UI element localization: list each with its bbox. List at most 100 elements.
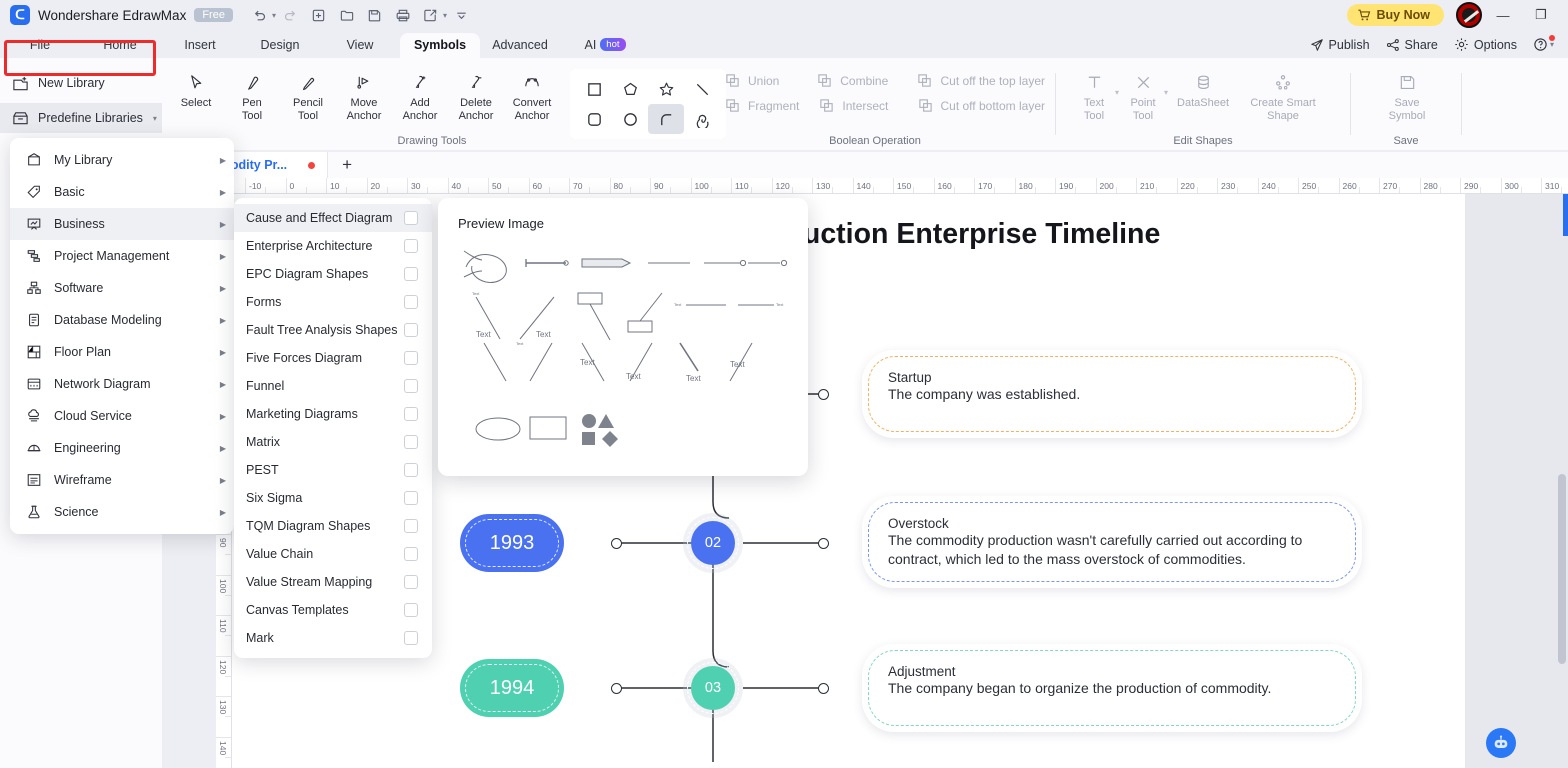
submenu-item-canvas-templates[interactable]: Canvas Templates xyxy=(234,596,432,624)
buy-now-button[interactable]: Buy Now xyxy=(1346,4,1444,26)
submenu-item-cause-and-effect-diagram[interactable]: Cause and Effect Diagram xyxy=(234,204,432,232)
row-2-node-circle[interactable]: 02 xyxy=(691,521,735,565)
intersect-button[interactable]: Intersect xyxy=(809,98,907,113)
submenu-checkbox[interactable] xyxy=(404,519,418,533)
create-smart-shape-button[interactable]: Create Smart Shape xyxy=(1238,63,1328,122)
fragment-button[interactable]: Fragment xyxy=(715,98,809,113)
row-3-right-connector-dot[interactable] xyxy=(818,683,829,694)
submenu-item-funnel[interactable]: Funnel xyxy=(234,372,432,400)
print-button[interactable] xyxy=(390,3,416,27)
select-tool-button[interactable]: Select xyxy=(168,63,224,139)
new-button[interactable] xyxy=(306,3,332,27)
submenu-item-mark[interactable]: Mark xyxy=(234,624,432,652)
submenu-item-forms[interactable]: Forms xyxy=(234,288,432,316)
panel-scroll-indicator[interactable] xyxy=(1563,194,1568,236)
open-button[interactable] xyxy=(334,3,360,27)
submenu-checkbox[interactable] xyxy=(404,547,418,561)
pentagon-shape-button[interactable] xyxy=(612,74,648,104)
move-anchor-button[interactable]: Move Anchor xyxy=(336,63,392,139)
submenu-checkbox[interactable] xyxy=(404,463,418,477)
pencil-tool-button[interactable]: Pencil Tool xyxy=(280,63,336,139)
row-1-text-box[interactable]: Startup The company was established. xyxy=(862,350,1362,438)
save-button[interactable] xyxy=(362,3,388,27)
new-tab-button[interactable]: + xyxy=(328,155,366,175)
text-tool-button[interactable]: Text Tool xyxy=(1070,63,1118,122)
convert-anchor-button[interactable]: Convert Anchor xyxy=(504,63,560,139)
star-shape-button[interactable] xyxy=(648,74,684,104)
submenu-item-tqm-diagram-shapes[interactable]: TQM Diagram Shapes xyxy=(234,512,432,540)
submenu-item-value-chain[interactable]: Value Chain xyxy=(234,540,432,568)
submenu-checkbox[interactable] xyxy=(404,295,418,309)
help-button[interactable]: ▾ xyxy=(1533,35,1555,52)
arc-shape-button[interactable] xyxy=(648,104,684,134)
canvas-vertical-scrollbar[interactable] xyxy=(1558,474,1566,664)
user-avatar[interactable] xyxy=(1456,2,1482,28)
submenu-checkbox[interactable] xyxy=(404,323,418,337)
submenu-item-epc-diagram-shapes[interactable]: EPC Diagram Shapes xyxy=(234,260,432,288)
minimize-button[interactable]: — xyxy=(1486,2,1520,28)
export-caret-icon[interactable]: ▾ xyxy=(443,11,447,20)
tab-insert[interactable]: Insert xyxy=(160,38,240,58)
union-button[interactable]: Union xyxy=(715,73,807,88)
maximize-button[interactable]: ❐ xyxy=(1524,2,1558,28)
cut-off-top-layer-button[interactable]: Cut off the top layer xyxy=(907,73,1055,88)
dropdown-item-business[interactable]: Business ▶ xyxy=(10,208,234,240)
tab-design[interactable]: Design xyxy=(240,38,320,58)
save-symbol-button[interactable]: Save Symbol xyxy=(1377,63,1437,122)
tab-symbols[interactable]: Symbols xyxy=(400,33,480,58)
canvas-area[interactable]: roduction Enterprise Timeline Startup Th… xyxy=(232,194,1568,768)
dropdown-item-wireframe[interactable]: Wireframe ▶ xyxy=(10,464,234,496)
submenu-item-marketing-diagrams[interactable]: Marketing Diagrams xyxy=(234,400,432,428)
dropdown-item-my-library[interactable]: My Library ▶ xyxy=(10,144,234,176)
row-3-left-connector-dot[interactable] xyxy=(611,683,622,694)
dropdown-item-cloud-service[interactable]: Cloud Service ▶ xyxy=(10,400,234,432)
undo-button[interactable] xyxy=(247,3,273,27)
row-3-node-circle[interactable]: 03 xyxy=(691,666,735,710)
submenu-item-fault-tree-analysis-shapes[interactable]: Fault Tree Analysis Shapes xyxy=(234,316,432,344)
export-button[interactable] xyxy=(418,3,444,27)
share-button[interactable]: Share xyxy=(1386,38,1438,52)
row-2-text-box[interactable]: Overstock The commodity production wasn'… xyxy=(862,496,1362,588)
tab-home[interactable]: Home xyxy=(80,38,160,58)
submenu-checkbox[interactable] xyxy=(404,239,418,253)
dropdown-item-basic[interactable]: Basic ▶ xyxy=(10,176,234,208)
tab-view[interactable]: View xyxy=(320,38,400,58)
datasheet-button[interactable]: DataSheet xyxy=(1168,63,1238,122)
submenu-checkbox[interactable] xyxy=(404,211,418,225)
publish-button[interactable]: Publish xyxy=(1310,38,1370,52)
dropdown-item-floor-plan[interactable]: Floor Plan ▶ xyxy=(10,336,234,368)
dropdown-item-science[interactable]: Science ▶ xyxy=(10,496,234,528)
submenu-checkbox[interactable] xyxy=(404,631,418,645)
options-button[interactable]: Options xyxy=(1454,37,1517,52)
point-tool-button[interactable]: Point Tool xyxy=(1119,63,1167,122)
predefine-caret-icon[interactable]: ▾ xyxy=(153,114,157,123)
predefine-libraries-button[interactable]: Predefine Libraries ▾ xyxy=(0,103,162,133)
horizontal-ruler[interactable]: -30-20-100102030405060708090100110120130… xyxy=(162,178,1568,194)
submenu-item-enterprise-architecture[interactable]: Enterprise Architecture xyxy=(234,232,432,260)
rounded-square-shape-button[interactable] xyxy=(576,104,612,134)
row-2-year-pill[interactable]: 1993 xyxy=(460,514,564,572)
circle-shape-button[interactable] xyxy=(612,104,648,134)
dropdown-item-project-management[interactable]: Project Management ▶ xyxy=(10,240,234,272)
submenu-checkbox[interactable] xyxy=(404,267,418,281)
submenu-checkbox[interactable] xyxy=(404,435,418,449)
dropdown-item-software[interactable]: Software ▶ xyxy=(10,272,234,304)
row-2-left-connector-dot[interactable] xyxy=(611,538,622,549)
row-3-year-pill[interactable]: 1994 xyxy=(460,659,564,717)
submenu-item-matrix[interactable]: Matrix xyxy=(234,428,432,456)
more-commands-button[interactable] xyxy=(449,3,475,27)
dropdown-item-network-diagram[interactable]: Network Diagram ▶ xyxy=(10,368,234,400)
combine-button[interactable]: Combine xyxy=(807,73,907,88)
row-1-right-connector-dot[interactable] xyxy=(818,389,829,400)
tab-file[interactable]: File xyxy=(0,38,80,58)
dropdown-item-engineering[interactable]: Engineering ▶ xyxy=(10,432,234,464)
row-2-right-connector-dot[interactable] xyxy=(818,538,829,549)
submenu-item-value-stream-mapping[interactable]: Value Stream Mapping xyxy=(234,568,432,596)
undo-caret-icon[interactable]: ▾ xyxy=(272,11,276,20)
new-library-button[interactable]: New Library xyxy=(0,68,162,98)
submenu-item-pest[interactable]: PEST xyxy=(234,456,432,484)
tab-ai[interactable]: AI hot xyxy=(560,38,650,58)
submenu-checkbox[interactable] xyxy=(404,407,418,421)
submenu-checkbox[interactable] xyxy=(404,351,418,365)
add-anchor-button[interactable]: Add Anchor xyxy=(392,63,448,139)
